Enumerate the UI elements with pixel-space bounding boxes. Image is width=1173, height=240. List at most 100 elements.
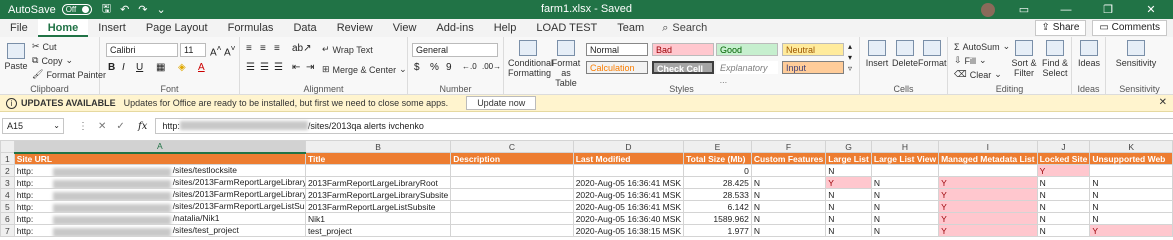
- tab-help[interactable]: Help: [484, 19, 527, 37]
- large-cell[interactable]: N: [825, 224, 872, 237]
- header-cell[interactable]: Managed Metadata List: [938, 152, 1038, 165]
- align-left-icon[interactable]: ☰: [246, 62, 255, 73]
- title-cell[interactable]: 2013FarmReportLargeListSubsite: [304, 200, 452, 213]
- close-button[interactable]: ✕: [1129, 3, 1173, 16]
- header-cell[interactable]: Custom Features: [750, 152, 827, 165]
- unsupported-cell[interactable]: N: [1089, 176, 1173, 189]
- minimize-button[interactable]: —: [1045, 4, 1087, 16]
- llv-cell[interactable]: N: [870, 200, 940, 213]
- customize-qat-icon[interactable]: ⌄: [157, 3, 166, 16]
- mml-cell[interactable]: Y: [938, 212, 1038, 225]
- title-cell[interactable]: 2013FarmReportLargeLibrarySubsite: [304, 188, 452, 201]
- column-header[interactable]: J: [1036, 140, 1091, 153]
- tab-insert[interactable]: Insert: [88, 19, 136, 37]
- custom-cell[interactable]: N: [750, 224, 827, 237]
- tab-load-test[interactable]: LOAD TEST: [526, 19, 607, 37]
- grow-font-icon[interactable]: A˄: [210, 43, 222, 58]
- llv-cell[interactable]: N: [870, 176, 940, 189]
- modified-cell[interactable]: 2020-Aug-05 16:36:41 MSK: [572, 176, 685, 189]
- fill-color-icon[interactable]: ◈: [178, 62, 186, 73]
- locked-cell[interactable]: N: [1036, 176, 1091, 189]
- font-color-icon[interactable]: A: [198, 62, 205, 73]
- autosave-control[interactable]: AutoSave Off: [8, 4, 92, 16]
- ribbon-display-icon[interactable]: ▭: [1003, 3, 1045, 16]
- cancel-icon[interactable]: ✕: [98, 121, 106, 132]
- locked-cell[interactable]: N: [1036, 200, 1091, 213]
- column-header[interactable]: H: [870, 140, 940, 153]
- locked-cell[interactable]: N: [1036, 224, 1091, 237]
- site-url-cell[interactable]: http: /sites/2013FarmReportLargeListSubsi…: [13, 200, 306, 213]
- site-url-cell[interactable]: http: /sites/test_project: [13, 224, 306, 237]
- currency-button[interactable]: $: [414, 62, 420, 73]
- desc-cell[interactable]: [450, 176, 574, 189]
- number-format-select[interactable]: General: [412, 43, 498, 57]
- insert-cells-button[interactable]: Insert: [864, 40, 890, 68]
- format-cells-button[interactable]: Format: [918, 40, 947, 68]
- mml-cell[interactable]: [938, 164, 1038, 177]
- fill-button[interactable]: ⇩ Fill ⌄: [954, 55, 987, 66]
- name-box[interactable]: A15 ⌄: [2, 118, 64, 134]
- decrease-decimal-icon[interactable]: .00→: [482, 62, 501, 71]
- modified-cell[interactable]: 2020-Aug-05 16:36:40 MSK: [572, 212, 685, 225]
- sheet-table[interactable]: A B C D E F G H I J K 1 Site URL Title D…: [0, 140, 1173, 237]
- ideas-button[interactable]: Ideas: [1075, 40, 1103, 68]
- tab-home[interactable]: Home: [37, 19, 89, 37]
- underline-button[interactable]: U: [136, 62, 143, 73]
- header-cell[interactable]: Unsupported Web: [1089, 152, 1173, 165]
- bold-button[interactable]: B: [108, 62, 115, 73]
- column-header[interactable]: D: [572, 140, 685, 153]
- custom-cell[interactable]: [750, 164, 827, 177]
- header-cell[interactable]: Description: [450, 152, 574, 165]
- style-good[interactable]: Good: [716, 43, 778, 56]
- row-header[interactable]: 4: [0, 188, 15, 201]
- save-icon[interactable]: 🖫: [102, 0, 111, 19]
- wrap-text-button[interactable]: ↵ Wrap Text: [322, 44, 373, 55]
- redo-icon[interactable]: ↷: [138, 3, 147, 16]
- font-size-select[interactable]: 11: [180, 43, 206, 57]
- increase-indent-icon[interactable]: ⇥: [306, 62, 314, 73]
- tab-team[interactable]: Team: [607, 19, 654, 37]
- sensitivity-button[interactable]: Sensitivity: [1112, 40, 1160, 68]
- llv-cell[interactable]: N: [870, 224, 940, 237]
- restore-button[interactable]: ❐: [1087, 3, 1129, 16]
- paste-button[interactable]: Paste: [4, 43, 28, 71]
- comma-button[interactable]: 9: [446, 62, 452, 73]
- title-cell[interactable]: Nik1: [304, 212, 452, 225]
- autosum-button[interactable]: Σ AutoSum ⌄: [954, 41, 1010, 52]
- mml-cell[interactable]: Y: [938, 188, 1038, 201]
- desc-cell[interactable]: [450, 212, 574, 225]
- title-cell[interactable]: 2013FarmReportLargeLibraryRoot: [304, 176, 452, 189]
- sort-filter-button[interactable]: Sort & Filter: [1010, 40, 1038, 78]
- llv-cell[interactable]: N: [870, 188, 940, 201]
- header-cell[interactable]: Large List: [825, 152, 872, 165]
- style-bad[interactable]: Bad: [652, 43, 714, 56]
- custom-cell[interactable]: N: [750, 176, 827, 189]
- header-cell[interactable]: Locked Site: [1036, 152, 1091, 165]
- formula-input[interactable]: http: /sites/2013qa alerts ivchenko: [155, 118, 1173, 134]
- column-header[interactable]: E: [683, 140, 752, 153]
- shrink-font-icon[interactable]: A˅: [224, 43, 236, 58]
- custom-cell[interactable]: N: [750, 212, 827, 225]
- borders-icon[interactable]: ▦: [156, 62, 165, 73]
- locked-cell[interactable]: N: [1036, 188, 1091, 201]
- style-neutral[interactable]: Neutral: [782, 43, 844, 56]
- align-center-icon[interactable]: ☰: [260, 62, 269, 73]
- row-header[interactable]: 1: [0, 152, 15, 165]
- desc-cell[interactable]: [450, 200, 574, 213]
- clear-button[interactable]: ⌫ Clear ⌄: [954, 69, 1002, 80]
- tab-add-ins[interactable]: Add-ins: [426, 19, 483, 37]
- site-url-cell[interactable]: http: /sites/2013FarmReportLargeLibraryRo…: [13, 176, 306, 189]
- custom-cell[interactable]: N: [750, 188, 827, 201]
- header-cell[interactable]: Last Modified: [572, 152, 685, 165]
- header-cell[interactable]: Title: [304, 152, 452, 165]
- format-as-table-button[interactable]: Format as Table: [550, 40, 582, 88]
- comments-button[interactable]: ▭ Comments: [1092, 20, 1167, 36]
- find-select-button[interactable]: Find & Select: [1040, 40, 1070, 78]
- merge-center-button[interactable]: ⊞ Merge & Center ⌄: [322, 64, 407, 75]
- mml-cell[interactable]: Y: [938, 176, 1038, 189]
- header-cell[interactable]: Site URL: [13, 152, 306, 165]
- update-now-button[interactable]: Update now: [466, 96, 537, 110]
- italic-button[interactable]: I: [122, 62, 125, 73]
- header-cell[interactable]: Large List View: [870, 152, 940, 165]
- style-explanatory[interactable]: Explanatory ...: [716, 61, 778, 85]
